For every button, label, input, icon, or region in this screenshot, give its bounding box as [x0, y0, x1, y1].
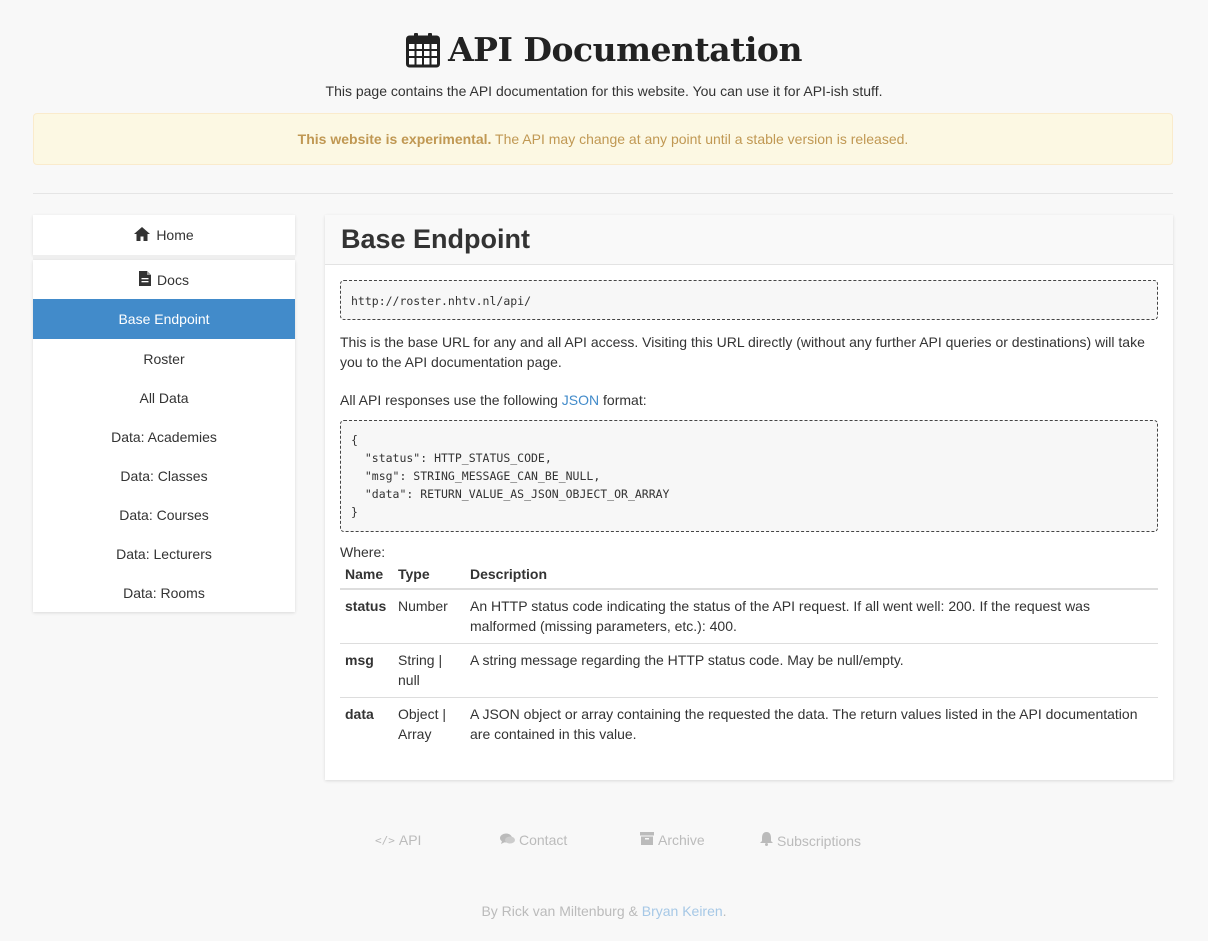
column-header-name: Name	[340, 560, 393, 590]
nav-docs-label: Docs	[157, 271, 189, 288]
field-name: data	[340, 697, 393, 751]
sidebar-item-classes[interactable]: Data: Classes	[33, 456, 295, 495]
author-link[interactable]: Bryan Keiren	[642, 903, 723, 919]
main-panel: Base Endpoint http://roster.nhtv.nl/api/…	[325, 215, 1173, 780]
sidebar-item-rooms[interactable]: Data: Rooms	[33, 573, 295, 612]
where-label: Where:	[340, 544, 386, 560]
json-link[interactable]: JSON	[562, 392, 599, 408]
home-icon	[134, 226, 151, 244]
sidebar-item-all-data[interactable]: All Data	[33, 378, 295, 417]
json-format-intro: All API responses use the following JSON…	[340, 392, 647, 408]
panel-header: Base Endpoint	[325, 215, 1173, 265]
json-sample: { "status": HTTP_STATUS_CODE, "msg": STR…	[340, 420, 1158, 532]
sidebar-item-academies[interactable]: Data: Academies	[33, 417, 295, 456]
footer-link-contact[interactable]: Contact	[500, 832, 567, 848]
field-type: Object | Array	[393, 697, 465, 751]
footer-credit: By Rick van Miltenburg & Bryan Keiren.	[481, 903, 727, 919]
nav-docs[interactable]: Docs	[33, 260, 295, 299]
sidebar-item-base-endpoint[interactable]: Base Endpoint	[33, 299, 295, 339]
field-type: Number	[398, 598, 448, 614]
experimental-alert: This website is experimental. The API ma…	[33, 113, 1173, 165]
sidebar-item-lecturers[interactable]: Data: Lecturers	[33, 534, 295, 573]
footer-link-subscriptions[interactable]: Subscriptions	[760, 832, 861, 849]
file-icon	[139, 270, 152, 289]
archive-icon	[640, 832, 654, 848]
field-description: An HTTP status code indicating the statu…	[470, 598, 1090, 634]
table-row: msg String | null A string message regar…	[340, 643, 1158, 698]
alert-strong: This website is experimental.	[297, 131, 492, 147]
bell-icon	[760, 832, 773, 849]
footer-link-archive[interactable]: Archive	[640, 832, 705, 848]
sidebar-item-courses[interactable]: Data: Courses	[33, 495, 295, 534]
footer-link-api[interactable]: </> API	[375, 832, 421, 848]
table-row: status Number An HTTP status code indica…	[340, 589, 1158, 644]
field-name: status	[345, 598, 387, 614]
endpoint-url: http://roster.nhtv.nl/api/	[340, 280, 1158, 320]
nav-home-label: Home	[156, 227, 194, 243]
field-name: msg	[340, 643, 393, 698]
nav-home[interactable]: Home	[33, 215, 295, 255]
field-description: A JSON object or array containing the re…	[465, 697, 1158, 751]
alert-text: The API may change at any point until a …	[491, 131, 909, 147]
sidebar-item-roster[interactable]: Roster	[33, 339, 295, 378]
field-description: A string message regarding the HTTP stat…	[465, 643, 1158, 698]
section-title: Base Endpoint	[341, 224, 531, 254]
fields-table: Name Type Description status Number An H…	[340, 560, 1158, 751]
table-row: data Object | Array A JSON object or arr…	[340, 697, 1158, 751]
divider	[33, 193, 1173, 194]
base-url-description: This is the base URL for any and all API…	[340, 334, 1145, 370]
calendar-icon	[406, 32, 441, 68]
footer-nav: </> API Contact Archive Subscriptions	[0, 832, 1208, 852]
page-title: API Documentation	[406, 30, 802, 69]
page-header: API Documentation This page contains the…	[0, 30, 1208, 99]
column-header-description: Description	[465, 560, 1158, 590]
field-type: String | null	[393, 643, 465, 698]
page-subtitle: This page contains the API documentation…	[325, 82, 883, 99]
sidebar: Home Docs Base Endpoint Roster All Data …	[33, 215, 295, 612]
code-icon: </>	[375, 833, 395, 847]
comments-icon	[500, 832, 515, 848]
column-header-type: Type	[393, 560, 465, 590]
